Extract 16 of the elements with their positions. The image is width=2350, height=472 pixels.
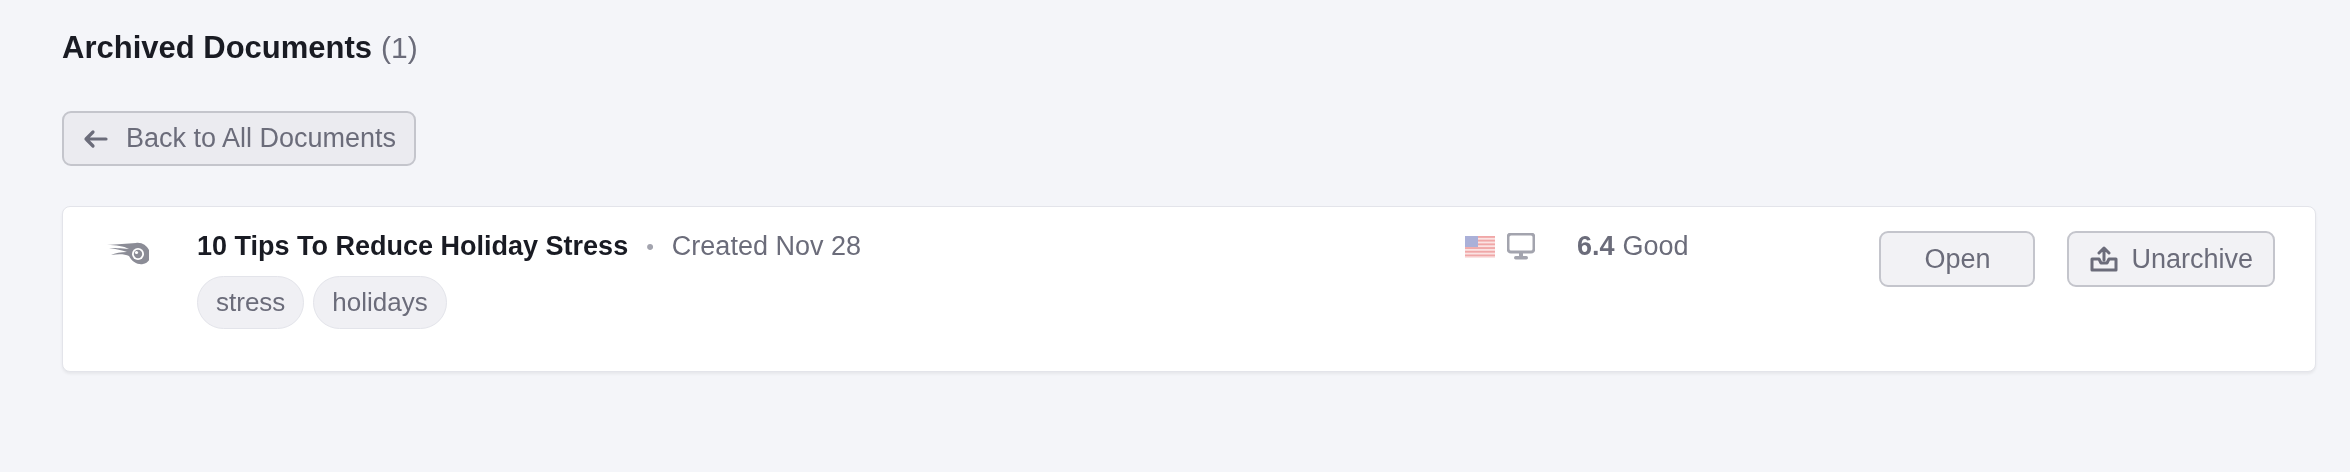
score-value: 6.4 xyxy=(1577,231,1615,262)
page-title: Archived Documents xyxy=(62,30,373,66)
document-count: (1) xyxy=(381,31,418,65)
monitor-icon xyxy=(1507,233,1535,261)
document-title[interactable]: 10 Tips To Reduce Holiday Stress xyxy=(197,231,629,262)
tag[interactable]: stress xyxy=(197,276,305,329)
tag[interactable]: holidays xyxy=(313,276,447,329)
created-date: Created Nov 28 xyxy=(671,231,861,262)
score-label: Good xyxy=(1622,231,1689,262)
unarchive-button[interactable]: Unarchive xyxy=(2067,231,2275,287)
separator-dot: • xyxy=(646,233,654,260)
us-flag-icon xyxy=(1465,236,1495,258)
arrow-left-icon xyxy=(82,128,108,149)
open-button[interactable]: Open xyxy=(1879,231,2036,287)
upload-tray-icon xyxy=(2089,245,2120,273)
back-button[interactable]: Back to All Documents xyxy=(62,111,417,166)
